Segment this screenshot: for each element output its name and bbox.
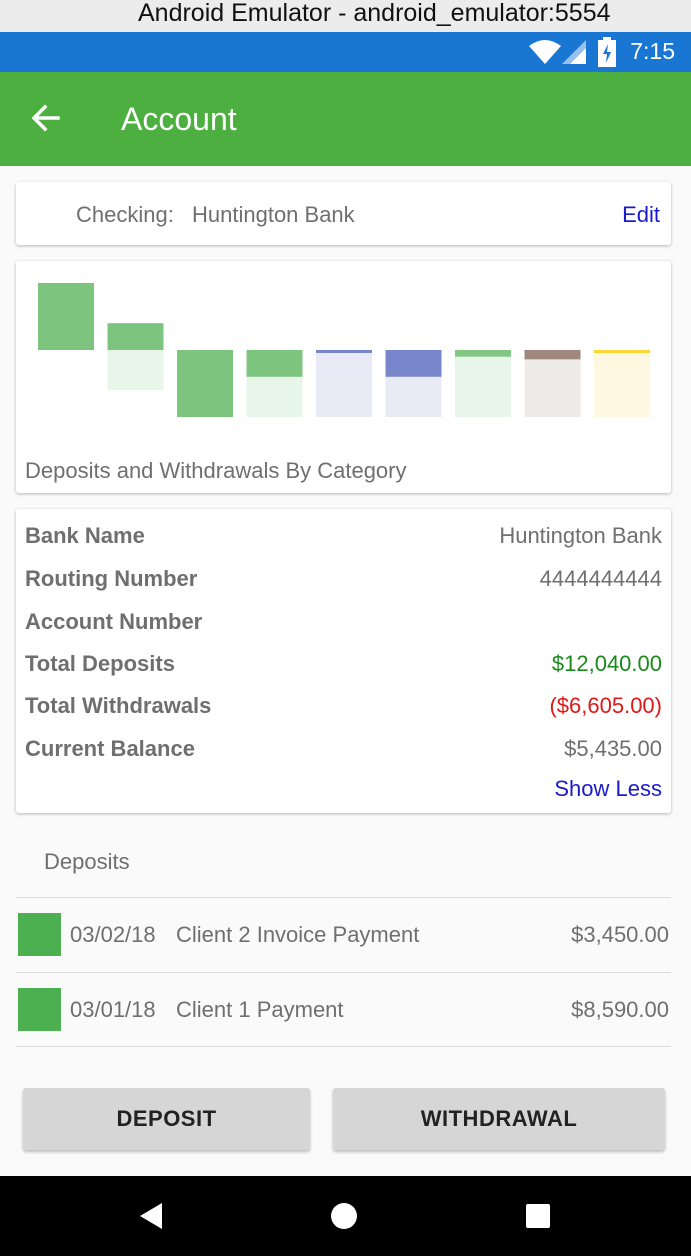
status-bar: 7:15 — [0, 32, 691, 72]
detail-label: Account Number — [25, 609, 203, 634]
deposit-description: Client 2 Invoice Payment — [176, 922, 420, 947]
detail-row-total-withdrawals: Total Withdrawals ($6,605.00) — [25, 693, 662, 723]
account-summary-card: Checking: Huntington Bank Edit — [16, 182, 671, 245]
edit-link[interactable]: Edit — [622, 202, 660, 228]
detail-row-total-deposits: Total Deposits $12,040.00 — [25, 651, 662, 681]
emulator-window-title: Android Emulator - android_emulator:5554 — [0, 0, 691, 32]
chart-bar-range-9 — [594, 352, 650, 417]
detail-label: Bank Name — [25, 523, 145, 548]
chart-bar-range-5 — [316, 352, 372, 417]
chart-bar-1 — [38, 283, 94, 350]
deposit-amount: $8,590.00 — [571, 997, 669, 1022]
recents-square-icon[interactable] — [524, 1202, 552, 1230]
home-circle-icon[interactable] — [329, 1201, 359, 1231]
account-bank-name: Huntington Bank — [192, 202, 355, 227]
detail-row-current-balance: Current Balance $5,435.00 — [25, 736, 662, 766]
deposit-date: 03/01/18 — [70, 997, 156, 1022]
deposit-amount: $3,450.00 — [571, 922, 669, 947]
detail-value: 4444444444 — [539, 566, 662, 591]
chart-bar-3 — [177, 350, 233, 417]
chart-bar-6 — [385, 350, 442, 377]
detail-label: Current Balance — [25, 736, 195, 761]
detail-row-account-number: Account Number — [25, 609, 662, 639]
detail-value: $5,435.00 — [564, 736, 662, 761]
deposit-button[interactable]: DEPOSIT — [23, 1088, 310, 1150]
wifi-icon — [529, 40, 561, 64]
detail-row-routing-number: Routing Number 4444444444 — [25, 566, 662, 596]
account-details-card: Bank Name Huntington Bank Routing Number… — [16, 509, 671, 813]
chart-bar-range-6 — [385, 376, 442, 417]
arrow-back-icon[interactable] — [26, 98, 66, 138]
account-type-label: Checking: — [76, 202, 174, 227]
detail-value: ($6,605.00) — [549, 693, 662, 718]
system-nav-bar — [0, 1176, 691, 1256]
list-item[interactable]: 03/02/18 Client 2 Invoice Payment $3,450… — [16, 898, 671, 972]
chart-bar-range-2 — [107, 350, 164, 391]
deposits-section-title: Deposits — [44, 849, 130, 874]
chart-bar-range-4 — [246, 376, 303, 417]
chart-bar-5 — [316, 350, 372, 353]
chart-bar-4 — [246, 350, 303, 377]
chart-bar-range-7 — [455, 356, 511, 417]
status-time: 7:15 — [630, 38, 675, 64]
category-bar-chart — [38, 283, 650, 417]
battery-charging-icon — [598, 37, 616, 67]
chart-bar-8 — [524, 350, 581, 360]
detail-label: Total Withdrawals — [25, 693, 212, 718]
detail-value: Huntington Bank — [499, 523, 662, 548]
detail-label: Total Deposits — [25, 651, 175, 676]
deposit-date: 03/02/18 — [70, 922, 156, 947]
category-chart-card: Deposits and Withdrawals By Category — [16, 261, 671, 493]
chart-bar-range-8 — [524, 359, 581, 417]
detail-row-bank-name: Bank Name Huntington Bank — [25, 523, 662, 553]
page-title: Account — [121, 101, 237, 137]
chart-title: Deposits and Withdrawals By Category — [25, 458, 407, 483]
chart-bar-9 — [594, 350, 650, 353]
list-item[interactable]: 03/01/18 Client 1 Payment $8,590.00 — [16, 973, 671, 1047]
detail-value: $12,040.00 — [551, 651, 662, 676]
category-color-swatch — [18, 913, 61, 956]
withdrawal-button[interactable]: WITHDRAWAL — [333, 1088, 665, 1150]
divider — [16, 1046, 671, 1047]
detail-label: Routing Number — [25, 566, 198, 591]
chart-bar-7 — [455, 350, 511, 357]
category-color-swatch — [18, 988, 61, 1031]
deposit-description: Client 1 Payment — [176, 997, 344, 1022]
app-bar: Account — [0, 72, 691, 166]
chart-bar-2 — [107, 323, 164, 350]
show-less-link[interactable]: Show Less — [554, 776, 662, 802]
cell-signal-icon — [562, 40, 586, 64]
back-triangle-icon[interactable] — [136, 1201, 166, 1231]
